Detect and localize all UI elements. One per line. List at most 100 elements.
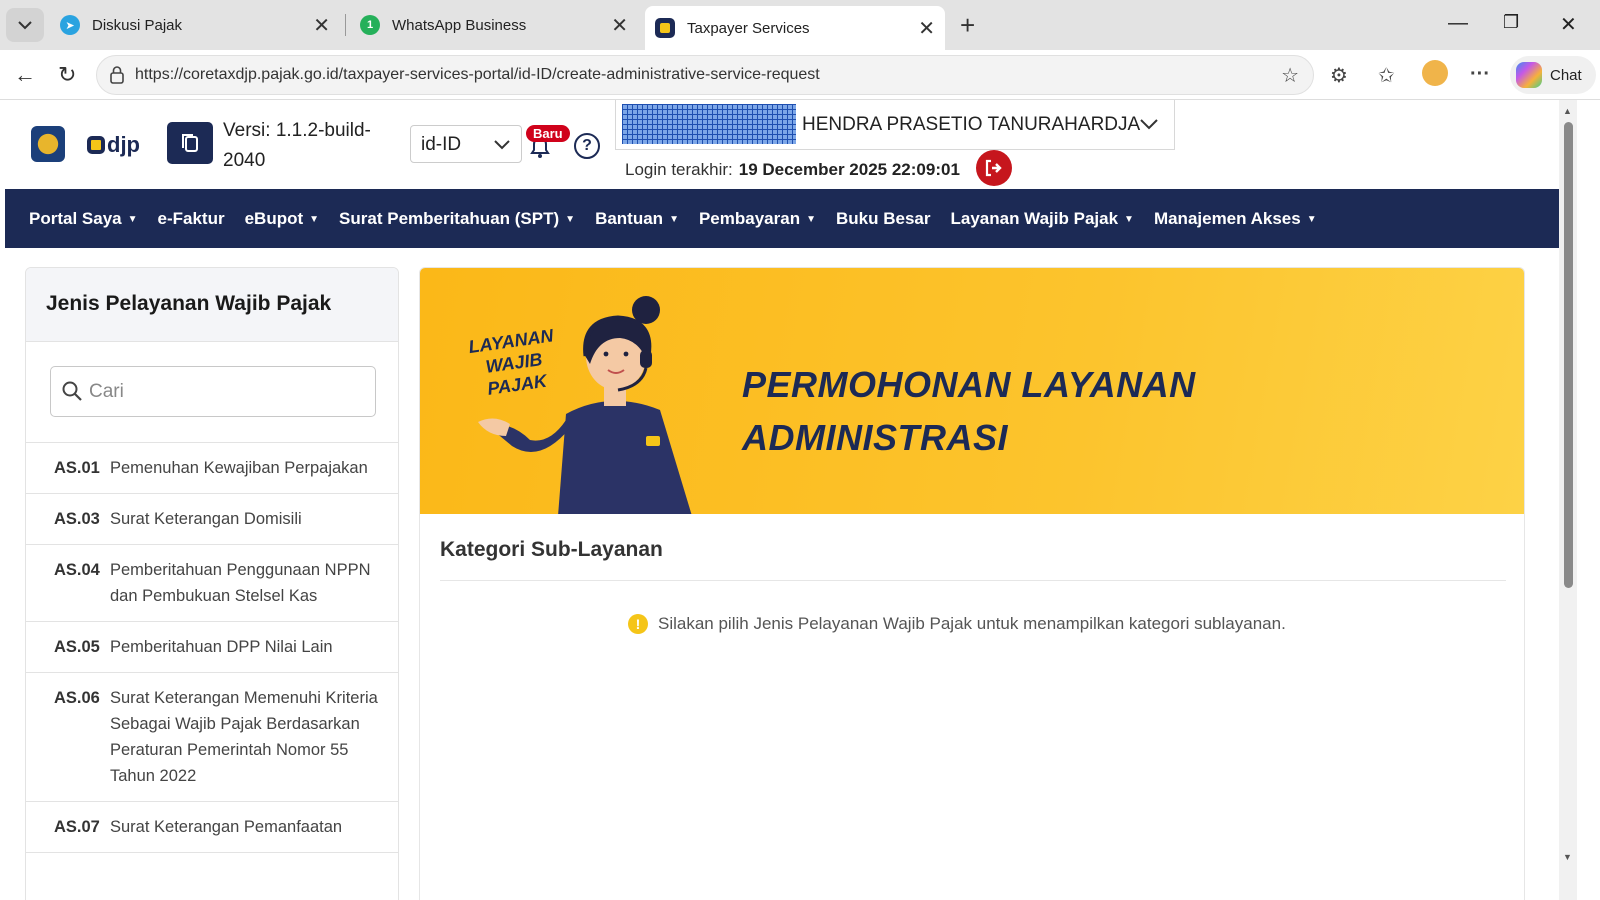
- tab-whatsapp-business[interactable]: 1 WhatsApp Business ✕: [350, 8, 638, 42]
- service-name: Surat Keterangan Domisili: [110, 510, 302, 528]
- nav-bantuan[interactable]: Bantuan ▼: [595, 209, 679, 229]
- djp-logo: djp: [87, 132, 140, 158]
- info-message: ! Silakan pilih Jenis Pelayanan Wajib Pa…: [628, 614, 1286, 634]
- service-item-as03[interactable]: AS.03 Surat Keterangan Domisili: [26, 494, 398, 545]
- scroll-up-icon[interactable]: ▲: [1563, 106, 1572, 116]
- language-value: id-ID: [421, 134, 462, 155]
- new-tab-icon[interactable]: +: [960, 10, 975, 41]
- lock-icon: [110, 66, 124, 84]
- close-tab-icon[interactable]: ✕: [918, 16, 935, 41]
- reload-icon[interactable]: ↻: [58, 62, 76, 88]
- caret-down-icon: ▼: [565, 213, 576, 225]
- minimize-icon[interactable]: —: [1448, 12, 1468, 35]
- warning-icon: !: [628, 614, 648, 634]
- service-code: AS.05: [54, 638, 100, 656]
- banner-title: PERMOHONAN LAYANAN ADMINISTRASI: [742, 358, 1196, 464]
- user-id-masked: [622, 104, 796, 144]
- url-field[interactable]: https://coretaxdjp.pajak.go.id/taxpayer-…: [96, 55, 1314, 95]
- caret-down-icon: ▼: [806, 213, 816, 225]
- copy-version-button[interactable]: [167, 122, 213, 164]
- djp-icon: [655, 18, 675, 38]
- service-item-as01[interactable]: AS.01 Pemenuhan Kewajiban Perpajakan: [26, 443, 398, 494]
- caret-down-icon: ▼: [669, 213, 679, 225]
- more-options-icon[interactable]: ···: [1470, 63, 1490, 86]
- favorite-star-icon[interactable]: ☆: [1281, 63, 1299, 88]
- nav-ebupot[interactable]: eBupot ▼: [245, 209, 319, 229]
- browser-address-bar: ← ↻ https://coretaxdjp.pajak.go.id/taxpa…: [0, 50, 1600, 100]
- tab-taxpayer-services[interactable]: Taxpayer Services ✕: [645, 6, 945, 50]
- service-code: AS.04: [54, 561, 100, 579]
- nav-pembayaran[interactable]: Pembayaran ▼: [699, 209, 816, 229]
- service-item-as05[interactable]: AS.05 Pemberitahuan DPP Nilai Lain: [26, 622, 398, 673]
- divider: [440, 580, 1506, 581]
- browser-tab-bar: ➤ Diskusi Pajak ✕ 1 WhatsApp Business ✕ …: [0, 0, 1600, 50]
- app-version: Versi: 1.1.2-build-2040: [223, 116, 393, 176]
- caret-down-icon: ▼: [309, 213, 320, 225]
- copilot-icon: [1516, 62, 1542, 88]
- service-name: Pemberitahuan DPP Nilai Lain: [110, 638, 333, 656]
- service-code: AS.06: [54, 689, 100, 707]
- page-scrollbar[interactable]: ▲ ▼: [1559, 100, 1577, 900]
- nav-buku-besar[interactable]: Buku Besar: [836, 209, 930, 229]
- scroll-down-icon[interactable]: ▼: [1563, 852, 1572, 862]
- chevron-down-icon: [1140, 119, 1158, 130]
- url-text: https://coretaxdjp.pajak.go.id/taxpayer-…: [135, 66, 820, 83]
- tab-title: Taxpayer Services: [687, 19, 810, 37]
- kemenkeu-logo: [31, 126, 65, 162]
- customer-service-illustration: [478, 296, 692, 514]
- tab-actions-menu-button[interactable]: [6, 8, 44, 42]
- logout-button[interactable]: [976, 150, 1012, 186]
- close-tab-icon[interactable]: ✕: [313, 13, 330, 38]
- chat-label: Chat: [1550, 66, 1582, 84]
- restore-icon[interactable]: ❐: [1503, 12, 1519, 33]
- extensions-icon[interactable]: ⚙: [1330, 63, 1348, 88]
- close-window-icon[interactable]: ✕: [1560, 12, 1577, 37]
- calculator-extension-icon[interactable]: [1422, 60, 1448, 86]
- last-login: Login terakhir: 19 December 2025 22:09:01: [625, 160, 960, 180]
- chevron-down-icon: [494, 140, 510, 150]
- language-select[interactable]: id-ID: [410, 125, 522, 163]
- search-icon: [62, 381, 82, 401]
- nav-layanan-wajib-pajak[interactable]: Layanan Wajib Pajak ▼: [950, 209, 1133, 229]
- copilot-chat-button[interactable]: Chat: [1510, 56, 1596, 94]
- caret-down-icon: ▼: [127, 213, 138, 225]
- service-type-title: Jenis Pelayanan Wajib Pajak: [26, 268, 398, 342]
- chevron-down-icon: [18, 21, 32, 30]
- banner-title-line1: PERMOHONAN LAYANAN: [742, 364, 1196, 405]
- logout-icon: [985, 159, 1002, 177]
- service-code: AS.03: [54, 510, 100, 528]
- tab-title: WhatsApp Business: [392, 16, 527, 34]
- whatsapp-icon: 1: [360, 15, 380, 35]
- caret-down-icon: ▼: [1124, 213, 1134, 225]
- version-label: Versi:: [223, 120, 271, 141]
- close-tab-icon[interactable]: ✕: [611, 13, 628, 38]
- last-login-value: 19 December 2025 22:09:01: [738, 160, 960, 179]
- service-search: [50, 366, 376, 417]
- search-input[interactable]: [89, 377, 359, 407]
- tab-title: Diskusi Pajak: [92, 16, 183, 34]
- nav-e-faktur[interactable]: e-Faktur: [158, 209, 225, 229]
- favorites-icon[interactable]: ✩: [1378, 63, 1395, 88]
- service-type-panel: Jenis Pelayanan Wajib Pajak AS.01 Pemenu…: [25, 267, 399, 900]
- scrollbar-thumb[interactable]: [1564, 122, 1573, 588]
- help-icon[interactable]: ?: [574, 133, 600, 159]
- tab-diskusi-pajak[interactable]: ➤ Diskusi Pajak ✕: [50, 8, 340, 42]
- sub-service-panel: LAYANAN WAJIB PAJAK PERMOHONAN LAYANAN A…: [419, 267, 1525, 900]
- site-header: djp Versi: 1.1.2-build-2040 id-ID Baru ?…: [5, 100, 1559, 192]
- service-name: Pemberitahuan Penggunaan NPPN dan Pembuk…: [110, 561, 371, 605]
- service-name: Pemenuhan Kewajiban Perpajakan: [110, 459, 368, 477]
- service-item-as07[interactable]: AS.07 Surat Keterangan Pemanfaatan: [26, 802, 398, 853]
- service-code: AS.07: [54, 818, 100, 836]
- last-login-label: Login terakhir:: [625, 160, 733, 179]
- copy-icon: [182, 134, 198, 152]
- back-icon[interactable]: ←: [14, 62, 36, 88]
- banner-title-line2: ADMINISTRASI: [742, 417, 1008, 458]
- user-account-dropdown[interactable]: HENDRA PRASETIO TANURAHARDJA: [615, 100, 1175, 150]
- service-item-as04[interactable]: AS.04 Pemberitahuan Penggunaan NPPN dan …: [26, 545, 398, 622]
- sub-service-category-title: Kategori Sub-Layanan: [440, 538, 663, 561]
- nav-spt[interactable]: Surat Pemberitahuan (SPT) ▼: [339, 209, 575, 229]
- nav-portal-saya[interactable]: Portal Saya ▼: [29, 209, 138, 229]
- nav-manajemen-akses[interactable]: Manajemen Akses ▼: [1154, 209, 1317, 229]
- new-badge: Baru: [526, 125, 570, 142]
- service-item-as06[interactable]: AS.06 Surat Keterangan Memenuhi Kriteria…: [26, 673, 398, 802]
